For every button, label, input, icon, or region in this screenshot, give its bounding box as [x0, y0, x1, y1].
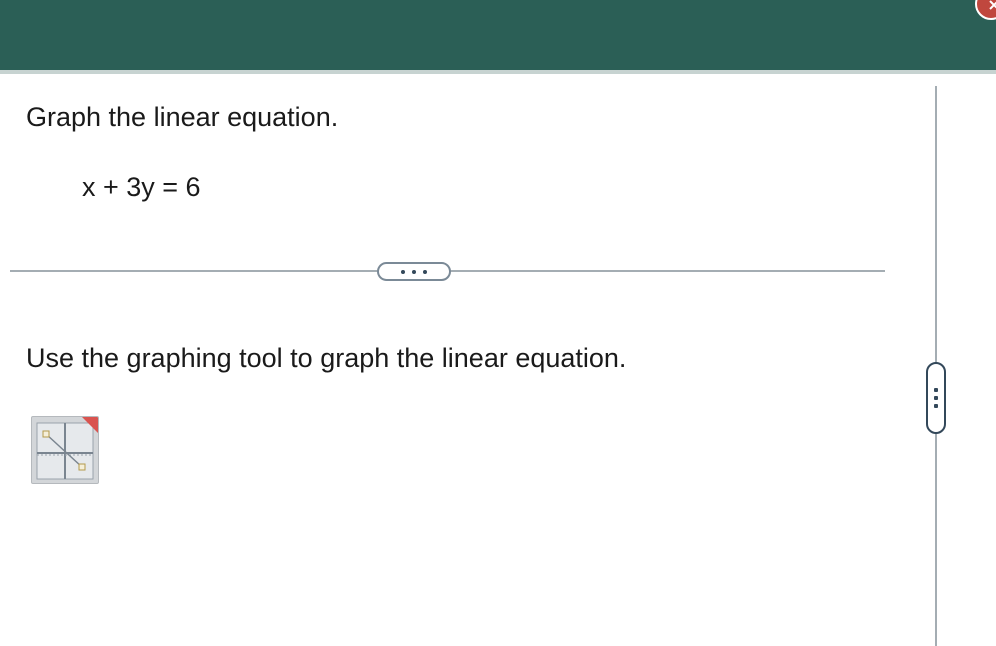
- side-panel-handle[interactable]: [926, 362, 946, 434]
- expand-button[interactable]: [377, 262, 451, 281]
- question-prompt: Graph the linear equation.: [26, 102, 339, 132]
- ellipsis-dot: [934, 396, 938, 400]
- header-bar: [0, 0, 996, 74]
- tool-corner-marker: [82, 417, 98, 433]
- close-icon: [989, 0, 996, 10]
- ellipsis-horizontal-icon: [401, 269, 405, 274]
- graph-tool-button[interactable]: [31, 416, 99, 484]
- ellipsis-dot: [934, 404, 938, 408]
- ellipsis-dot: [412, 269, 416, 274]
- ellipsis-vertical-icon: [934, 388, 938, 392]
- question-page: Graph the linear equation. x + 3y = 6 Us…: [0, 0, 996, 646]
- ellipsis-dot: [423, 269, 427, 274]
- instruction-text: Use the graphing tool to graph the linea…: [26, 343, 627, 373]
- equation: x + 3y = 6: [82, 172, 201, 202]
